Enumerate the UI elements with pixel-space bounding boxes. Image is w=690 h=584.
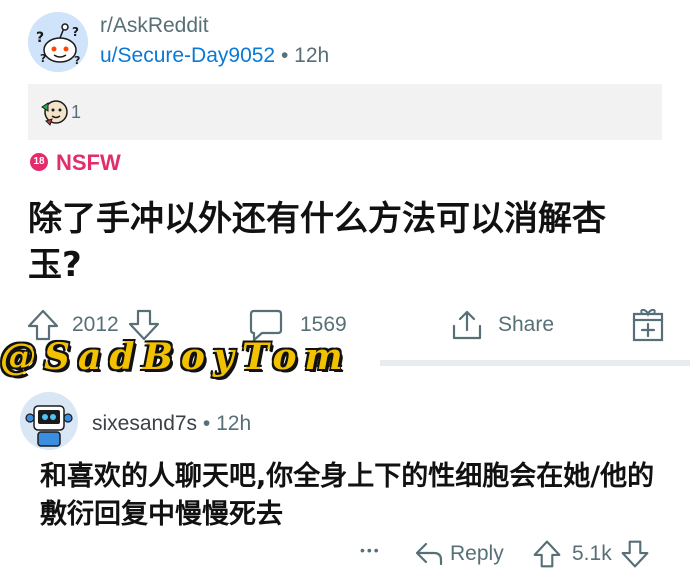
reply-arrow-icon: [414, 540, 444, 568]
post-timestamp: 12h: [294, 44, 330, 67]
upvote-icon[interactable]: [532, 539, 562, 569]
reply-label: Reply: [450, 542, 504, 565]
post-author[interactable]: u/Secure-Day9052: [100, 44, 275, 67]
more-options-button[interactable]: •••: [360, 542, 381, 558]
comment-meta: sixesand7s • 12h: [92, 412, 251, 436]
meta-separator: •: [280, 44, 289, 67]
post-meta: u/Secure-Day9052 • 12h: [100, 44, 329, 68]
robot-avatar-icon: [20, 392, 78, 450]
reddit-post-screenshot: ? ? ? ? r/AskReddit u/Secure-Day9052 • 1…: [0, 0, 690, 584]
snoo-question-icon: ? ? ? ?: [28, 12, 88, 72]
nsfw-18-icon: 18: [30, 153, 48, 171]
award-count: 1: [71, 102, 82, 122]
section-divider: [380, 360, 690, 366]
award-icon: [41, 100, 68, 126]
svg-text:?: ?: [36, 30, 44, 46]
svg-text:?: ?: [72, 25, 79, 39]
awards-bar[interactable]: 1: [28, 84, 662, 140]
post-title[interactable]: 除了手冲以外还有什么方法可以消解杏玉?: [28, 196, 648, 288]
downvote-icon[interactable]: [620, 539, 650, 569]
meta-separator: •: [202, 412, 211, 435]
comment-author[interactable]: sixesand7s: [92, 412, 197, 435]
watermark-text: @SadBoyTom: [0, 336, 351, 378]
commenter-avatar[interactable]: [20, 392, 78, 450]
share-button[interactable]: Share: [450, 308, 554, 342]
upvote-count: 2012: [72, 313, 119, 336]
subreddit-name[interactable]: r/AskReddit: [100, 14, 209, 38]
nsfw-tag: NSFW: [56, 150, 121, 175]
share-label: Share: [498, 313, 555, 336]
svg-text:?: ?: [74, 54, 80, 67]
subreddit-avatar[interactable]: ? ? ? ?: [28, 12, 88, 72]
comment-vote-controls: 5.1k: [532, 539, 650, 569]
comment-timestamp: 12h: [216, 412, 252, 435]
more-options-icon: •••: [360, 542, 381, 558]
svg-text:?: ?: [40, 52, 46, 65]
comment-vote-count: 5.1k: [572, 542, 612, 565]
comment-body: 和喜欢的人聊天吧,你全身上下的性细胞会在她/他的敷衍回复中慢慢死去: [40, 461, 655, 530]
award-button[interactable]: [630, 308, 666, 344]
reply-button[interactable]: Reply: [414, 540, 504, 568]
gift-plus-icon: [630, 308, 666, 344]
share-icon: [450, 308, 484, 342]
comment-count: 1569: [300, 313, 347, 336]
